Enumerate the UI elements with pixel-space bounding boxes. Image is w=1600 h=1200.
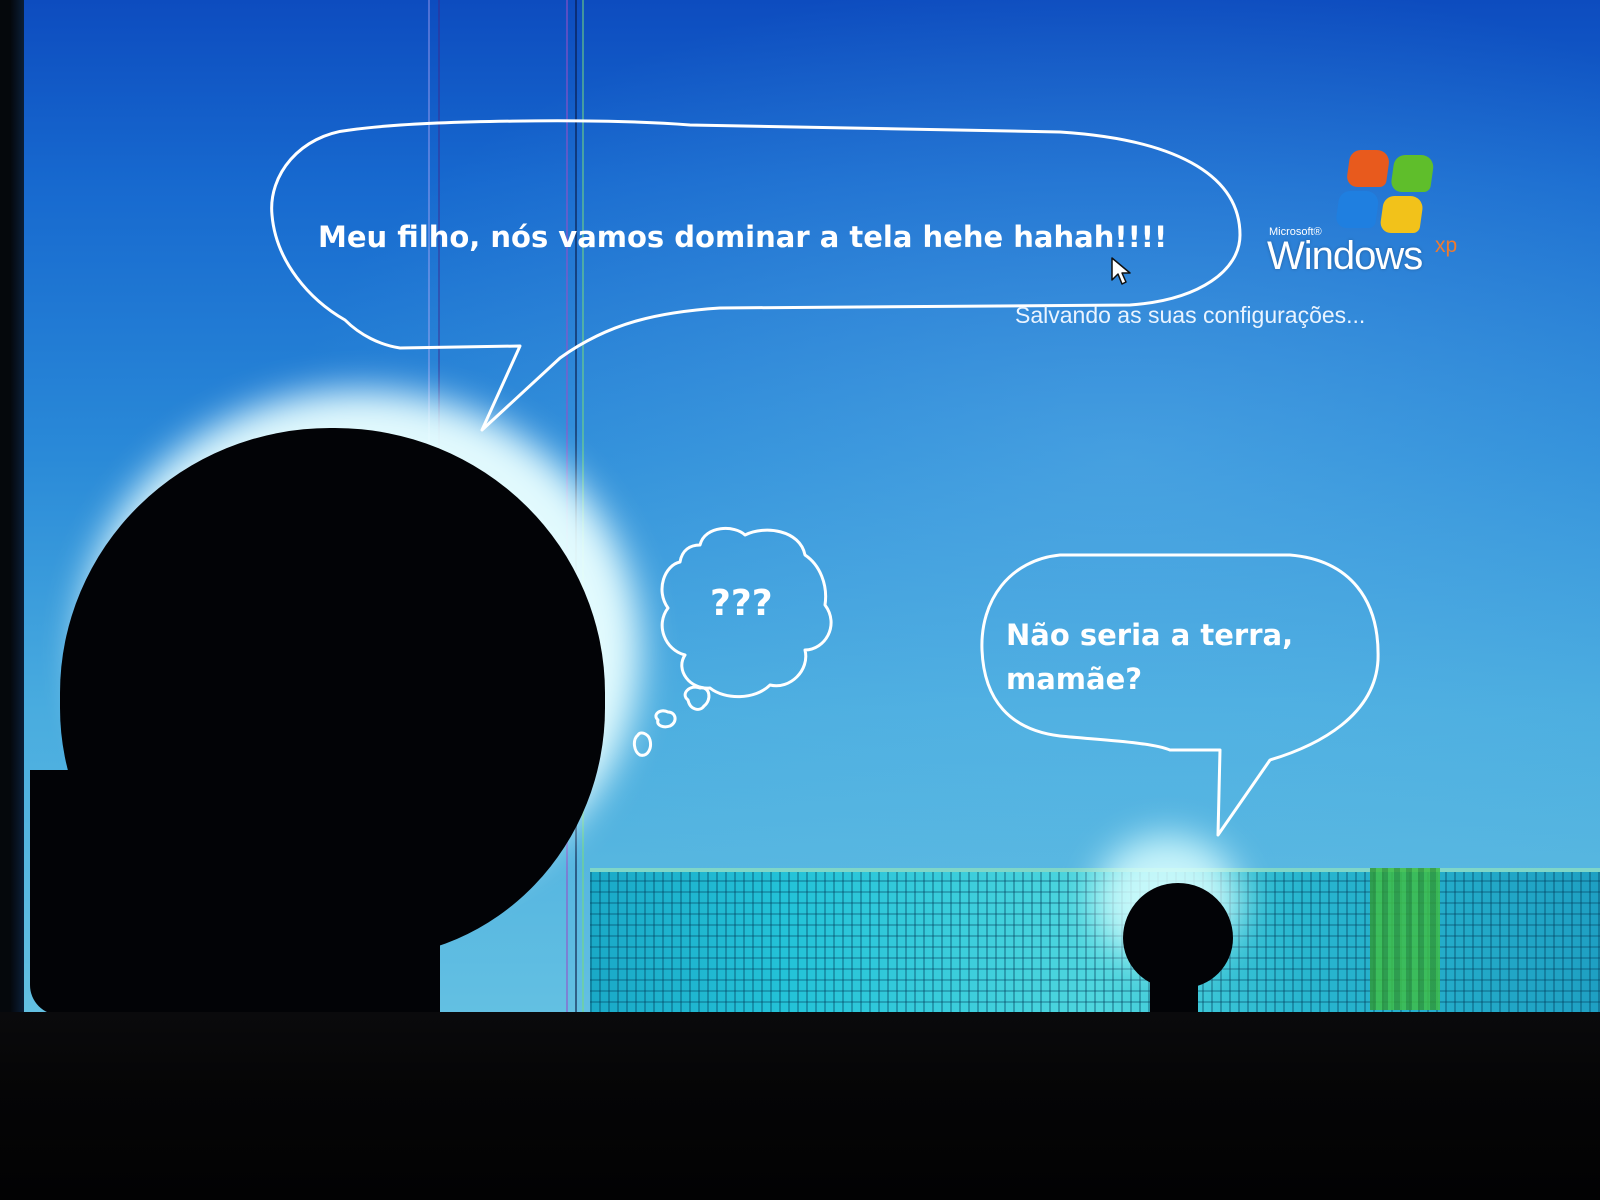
flag-pane-blue (1334, 191, 1380, 228)
logo-xp-text: xp (1435, 234, 1458, 257)
mouse-pointer-icon (1111, 257, 1131, 285)
speech-bubble-child-line-1: Não seria a terra, (1006, 618, 1294, 652)
flag-pane-red (1345, 150, 1391, 187)
flag-pane-green (1389, 155, 1436, 192)
logo-windows-text: Windows (1267, 234, 1423, 278)
flag-pane-yellow (1379, 196, 1425, 233)
speech-bubble-child-text: Não seria a terra, mamãe? (1006, 613, 1293, 701)
windows-xp-logo: Microsoft® Windows xp (1265, 150, 1465, 280)
speech-bubble-child-line-2: mamãe? (1006, 662, 1143, 696)
windows-flag-icon (1334, 150, 1441, 233)
saving-settings-status: Salvando as suas configurações... (1015, 302, 1366, 328)
